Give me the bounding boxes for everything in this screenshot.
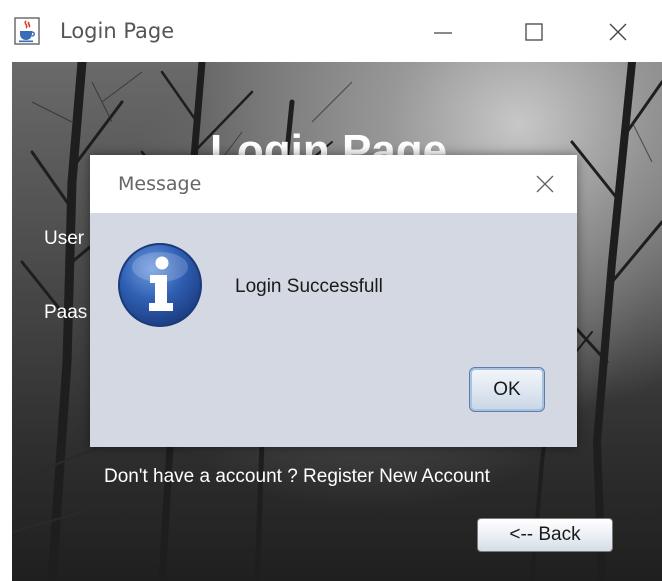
minimize-button[interactable] bbox=[418, 10, 468, 54]
java-cup-icon bbox=[14, 17, 40, 45]
close-button[interactable] bbox=[593, 10, 643, 54]
minimize-icon bbox=[434, 32, 452, 34]
window-title: Login Page bbox=[60, 19, 175, 43]
login-window: Login Page Login Page User Paas Don't ha… bbox=[0, 0, 662, 581]
username-label: User bbox=[44, 228, 85, 249]
dialog-close-button[interactable] bbox=[530, 169, 560, 199]
dialog-titlebar[interactable]: Message bbox=[90, 155, 577, 213]
maximize-button[interactable] bbox=[509, 10, 559, 54]
dialog-title: Message bbox=[118, 173, 202, 195]
info-icon bbox=[116, 241, 204, 329]
close-icon bbox=[536, 175, 554, 193]
maximize-icon bbox=[525, 23, 543, 41]
password-label: Paas bbox=[44, 302, 88, 323]
back-button[interactable]: <-- Back bbox=[477, 518, 613, 552]
message-dialog: Message Login Successfull OK bbox=[90, 155, 577, 447]
dialog-message: Login Successfull bbox=[235, 276, 383, 297]
register-new-account-link[interactable]: Don't have a account ? Register New Acco… bbox=[104, 466, 490, 488]
window-titlebar[interactable]: Login Page bbox=[0, 0, 662, 62]
close-icon bbox=[609, 23, 627, 41]
ok-button[interactable]: OK bbox=[469, 367, 545, 412]
